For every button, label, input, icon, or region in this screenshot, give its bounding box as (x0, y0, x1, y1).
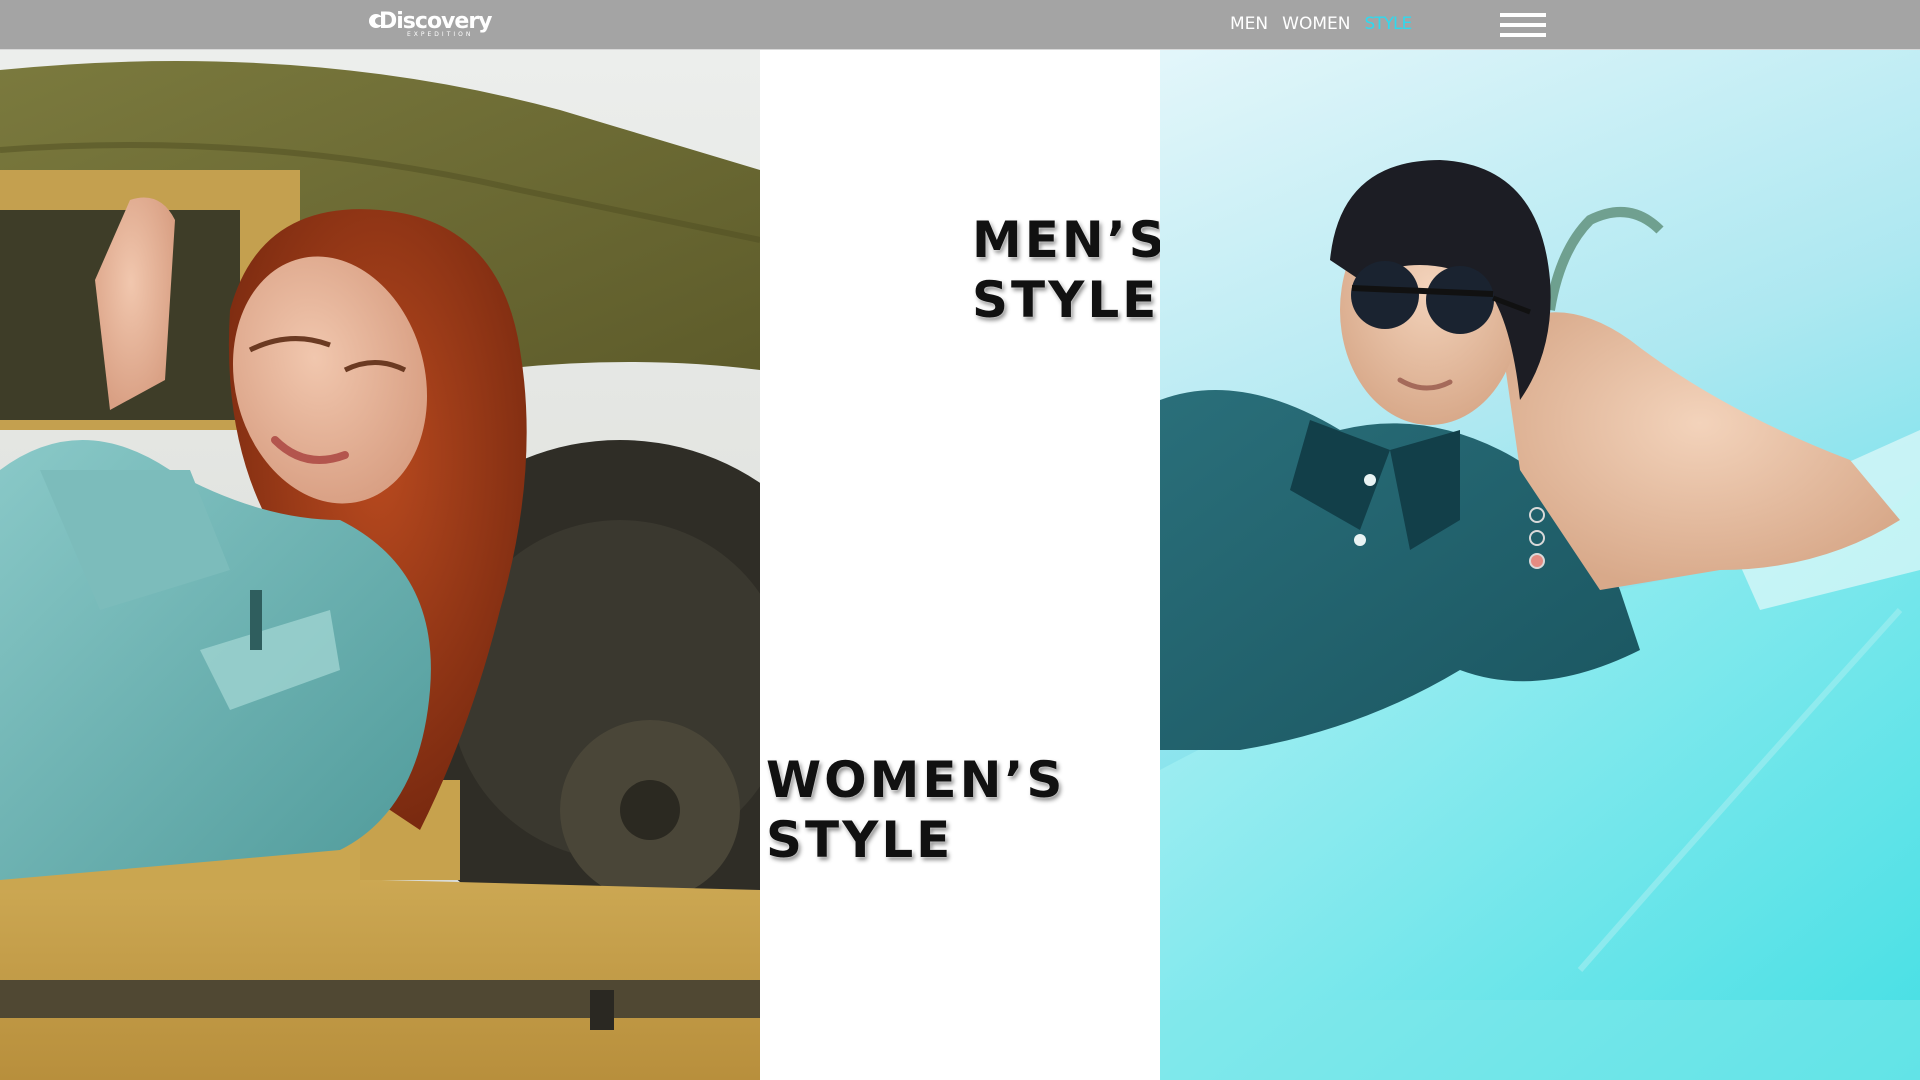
center-white-column (760, 50, 1160, 1080)
hamburger-menu-icon[interactable] (1500, 13, 1546, 37)
menu-bar (1500, 23, 1546, 27)
menu-bar (1500, 33, 1546, 37)
mens-style-line-1: MEN’S (972, 211, 1168, 269)
slide-dot-2[interactable] (1529, 530, 1545, 546)
nav-style[interactable]: STYLE (1364, 14, 1412, 34)
slide-dot-1[interactable] (1529, 507, 1545, 523)
womens-style-photo[interactable] (0, 50, 760, 1080)
slide-dot-3-active[interactable] (1529, 553, 1545, 569)
menu-bar (1500, 13, 1546, 17)
nav-men[interactable]: MEN (1230, 14, 1268, 34)
woman-in-jeep-image (0, 50, 760, 1080)
discovery-expedition-logo[interactable]: Discovery EXPEDITION (369, 9, 493, 40)
logo-sub-text: EXPEDITION (407, 31, 474, 38)
mens-style-line-2: STYLE (972, 271, 1160, 329)
mens-style-heading[interactable]: MEN’S STYLE (972, 210, 1168, 330)
womens-style-heading[interactable]: WOMEN’S STYLE (766, 750, 1065, 870)
slide-indicator (1529, 507, 1547, 576)
main-nav: MEN WOMEN STYLE (1230, 14, 1412, 34)
top-header: Discovery EXPEDITION MEN WOMEN STYLE (0, 0, 1920, 50)
page: Discovery EXPEDITION MEN WOMEN STYLE MEN… (0, 0, 1920, 1080)
womens-style-line-1: WOMEN’S (766, 751, 1066, 809)
womens-style-line-2: STYLE (766, 811, 954, 869)
nav-women[interactable]: WOMEN (1282, 14, 1350, 34)
